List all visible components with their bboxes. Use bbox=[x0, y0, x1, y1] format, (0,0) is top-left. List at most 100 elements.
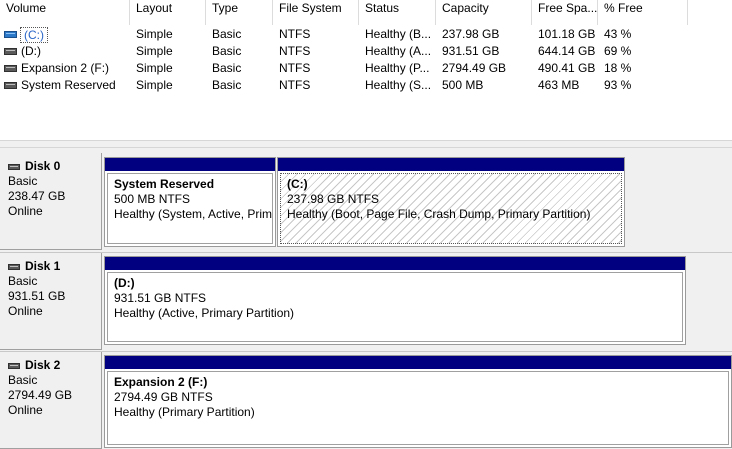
disk-name: Disk 2 bbox=[25, 358, 61, 372]
volume-icon bbox=[4, 48, 17, 55]
disk-type: Basic bbox=[8, 174, 38, 188]
partition-name: (D:) bbox=[114, 276, 135, 290]
percent-free-cell: 69 % bbox=[604, 44, 632, 58]
column-header-type[interactable]: Type bbox=[206, 0, 273, 25]
layout-cell: Simple bbox=[136, 78, 173, 92]
column-header-file-system[interactable]: File System bbox=[273, 0, 359, 25]
type-cell: Basic bbox=[212, 44, 242, 58]
file-system-cell: NTFS bbox=[279, 61, 311, 75]
disk-name: Disk 0 bbox=[25, 159, 61, 173]
free-space-cell: 644.14 GB bbox=[538, 44, 596, 58]
capacity-cell: 237.98 GB bbox=[442, 27, 500, 41]
partition-status: Healthy (Active, Primary Partition) bbox=[114, 306, 295, 320]
file-system-cell: NTFS bbox=[279, 78, 311, 92]
column-header-status[interactable]: Status bbox=[359, 0, 436, 25]
volume-cell[interactable]: (C:) bbox=[0, 26, 130, 43]
column-header-percent-free[interactable]: % Free bbox=[598, 0, 688, 25]
layout-cell: Simple bbox=[136, 61, 173, 75]
partition-bar bbox=[105, 356, 731, 369]
disk-icon bbox=[8, 362, 20, 369]
partition-body: (D:) 931.51 GB NTFS Healthy (Active, Pri… bbox=[107, 272, 683, 342]
partition-d-drive[interactable]: (D:) 931.51 GB NTFS Healthy (Active, Pri… bbox=[104, 256, 686, 345]
file-system-cell: NTFS bbox=[279, 44, 311, 58]
volume-icon bbox=[4, 65, 17, 72]
percent-free-cell: 93 % bbox=[604, 78, 632, 92]
capacity-cell: 2794.49 GB bbox=[442, 61, 507, 75]
partition-body: (C:) 237.98 GB NTFS Healthy (Boot, Page … bbox=[280, 173, 622, 244]
status-cell: Healthy (S... bbox=[365, 78, 432, 92]
partition-name: System Reserved bbox=[114, 177, 215, 191]
partition-f-drive[interactable]: Expansion 2 (F:) 2794.49 GB NTFS Healthy… bbox=[104, 355, 732, 448]
status-cell: Healthy (A... bbox=[365, 44, 432, 58]
partition-system-reserved[interactable]: System Reserved 500 MB NTFS Healthy (Sys… bbox=[104, 157, 276, 247]
capacity-cell: 931.51 GB bbox=[442, 44, 500, 58]
column-header-row: Volume Layout Type File System Status Ca… bbox=[0, 0, 732, 25]
volume-list[interactable]: Volume Layout Type File System Status Ca… bbox=[0, 0, 732, 140]
volume-row[interactable]: System Reserved Simple Basic NTFS Health… bbox=[0, 77, 732, 94]
partition-status: Healthy (Boot, Page File, Crash Dump, Pr… bbox=[287, 207, 591, 221]
volume-name: Expansion 2 (F:) bbox=[21, 61, 110, 75]
disk-view[interactable]: Disk 0 Basic 238.47 GB Online System Res… bbox=[0, 148, 732, 449]
type-cell: Basic bbox=[212, 78, 242, 92]
partition-body: Expansion 2 (F:) 2794.49 GB NTFS Healthy… bbox=[107, 371, 729, 445]
column-header-free-space[interactable]: Free Spa... bbox=[532, 0, 598, 25]
disk-type: Basic bbox=[8, 373, 38, 387]
status-cell: Healthy (P... bbox=[365, 61, 430, 75]
volume-row[interactable]: (D:) Simple Basic NTFS Healthy (A... 931… bbox=[0, 43, 732, 60]
volume-icon bbox=[4, 82, 17, 89]
volume-row[interactable]: Expansion 2 (F:) Simple Basic NTFS Healt… bbox=[0, 60, 732, 77]
column-header-filler bbox=[688, 0, 732, 25]
layout-cell: Simple bbox=[136, 27, 173, 41]
capacity-cell: 500 MB bbox=[442, 78, 484, 92]
partition-name: (C:) bbox=[287, 177, 308, 191]
volume-row[interactable]: (C:) Simple Basic NTFS Healthy (B... 237… bbox=[0, 26, 732, 43]
type-cell: Basic bbox=[212, 61, 242, 75]
disk-label[interactable]: Disk 0 Basic 238.47 GB Online bbox=[0, 153, 102, 250]
layout-cell: Simple bbox=[136, 44, 173, 58]
free-space-cell: 101.18 GB bbox=[538, 27, 596, 41]
disk-size: 2794.49 GB bbox=[8, 388, 73, 402]
system-volume-icon bbox=[4, 31, 17, 38]
partition-size: 500 MB NTFS bbox=[114, 192, 191, 206]
percent-free-cell: 43 % bbox=[604, 27, 632, 41]
disk-icon bbox=[8, 263, 20, 270]
volume-cell[interactable]: (D:) bbox=[0, 43, 130, 60]
column-header-capacity[interactable]: Capacity bbox=[436, 0, 532, 25]
partition-body: System Reserved 500 MB NTFS Healthy (Sys… bbox=[107, 173, 273, 244]
partition-bar bbox=[105, 158, 275, 171]
volume-cell[interactable]: Expansion 2 (F:) bbox=[0, 60, 130, 77]
disk-size: 238.47 GB bbox=[8, 189, 66, 203]
volume-name: (D:) bbox=[21, 44, 41, 58]
disk-state: Online bbox=[8, 204, 43, 218]
partition-size: 2794.49 GB NTFS bbox=[114, 390, 213, 404]
volume-cell[interactable]: System Reserved bbox=[0, 77, 130, 94]
partition-size: 237.98 GB NTFS bbox=[287, 192, 380, 206]
free-space-cell: 463 MB bbox=[538, 78, 580, 92]
file-system-cell: NTFS bbox=[279, 27, 311, 41]
disk-name: Disk 1 bbox=[25, 259, 61, 273]
disk-state: Online bbox=[8, 304, 43, 318]
column-header-layout[interactable]: Layout bbox=[130, 0, 206, 25]
disk-label[interactable]: Disk 1 Basic 931.51 GB Online bbox=[0, 253, 102, 350]
disk-icon bbox=[8, 163, 20, 170]
free-space-cell: 490.41 GB bbox=[538, 61, 596, 75]
partition-name: Expansion 2 (F:) bbox=[114, 375, 208, 389]
pane-splitter[interactable] bbox=[0, 140, 732, 148]
disk-label[interactable]: Disk 2 Basic 2794.49 GB Online bbox=[0, 352, 102, 449]
disk-row: Disk 0 Basic 238.47 GB Online System Res… bbox=[0, 153, 732, 252]
disk-size: 931.51 GB bbox=[8, 289, 66, 303]
disk-type: Basic bbox=[8, 274, 38, 288]
disk-row: Disk 2 Basic 2794.49 GB Online Expansion… bbox=[0, 352, 732, 449]
volume-name: System Reserved bbox=[21, 78, 116, 92]
partition-status: Healthy (Primary Partition) bbox=[114, 405, 255, 419]
type-cell: Basic bbox=[212, 27, 242, 41]
status-cell: Healthy (B... bbox=[365, 27, 432, 41]
disk-row: Disk 1 Basic 931.51 GB Online (D:) 931.5… bbox=[0, 253, 732, 352]
partition-status: Healthy (System, Active, Prim bbox=[114, 207, 273, 221]
partition-c-drive[interactable]: (C:) 237.98 GB NTFS Healthy (Boot, Page … bbox=[277, 157, 625, 247]
disk-state: Online bbox=[8, 403, 43, 417]
partition-bar bbox=[105, 257, 685, 270]
volume-name: (C:) bbox=[20, 26, 48, 43]
partition-bar bbox=[278, 158, 624, 171]
column-header-volume[interactable]: Volume bbox=[0, 0, 130, 25]
